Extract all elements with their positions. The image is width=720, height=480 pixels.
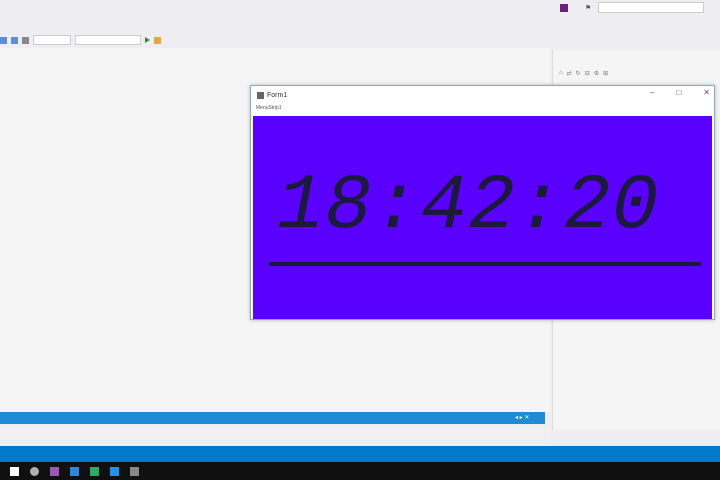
search-icon[interactable] bbox=[30, 466, 39, 476]
refresh-icon[interactable]: ↻ bbox=[576, 70, 581, 80]
quick-launch-input[interactable] bbox=[598, 2, 704, 13]
form-menu-strip[interactable]: MenuStrip1 bbox=[256, 105, 282, 111]
maximize-icon[interactable]: □ bbox=[676, 88, 681, 97]
form-icon bbox=[257, 91, 264, 99]
menu-bar bbox=[0, 18, 560, 32]
panel-tabs bbox=[552, 432, 720, 444]
output-panel bbox=[0, 426, 550, 446]
navigate-back-icon[interactable] bbox=[0, 36, 7, 44]
clock-panel: 18:42:20 bbox=[253, 116, 712, 319]
platform-select[interactable] bbox=[75, 35, 141, 45]
toolbar bbox=[0, 33, 560, 47]
progress-strip bbox=[0, 412, 545, 424]
home-icon[interactable]: ⌂ bbox=[559, 70, 563, 80]
taskbar bbox=[0, 462, 720, 480]
pin-icon[interactable]: ⊞ bbox=[603, 70, 608, 80]
play-icon bbox=[145, 37, 150, 43]
start-icon[interactable] bbox=[10, 466, 19, 476]
progress-controls-icon[interactable]: ◂ ▸ ✕ bbox=[515, 414, 529, 421]
explorer-icon[interactable] bbox=[70, 466, 79, 476]
properties-icon[interactable]: ⚙ bbox=[594, 70, 599, 80]
status-bar bbox=[0, 446, 720, 462]
close-icon[interactable]: ✕ bbox=[703, 88, 710, 97]
app-icon[interactable] bbox=[130, 466, 139, 476]
debug-icon[interactable] bbox=[154, 36, 161, 44]
visualstudio-icon[interactable] bbox=[110, 466, 119, 476]
clock-underline bbox=[269, 262, 701, 266]
chrome-icon[interactable] bbox=[90, 466, 99, 476]
flag-icon[interactable]: ⚑ bbox=[585, 4, 591, 12]
start-button[interactable] bbox=[145, 37, 150, 43]
taskview-icon[interactable] bbox=[50, 466, 59, 476]
sync-icon[interactable]: ⇄ bbox=[567, 70, 572, 80]
clock-time-label: 18:42:20 bbox=[277, 163, 660, 251]
save-icon[interactable] bbox=[22, 36, 29, 44]
solution-explorer-toolbar: ⌂ ⇄ ↻ ⊟ ⚙ ⊞ bbox=[553, 70, 719, 80]
form-window[interactable]: Form1 – □ ✕ MenuStrip1 18:42:20 bbox=[250, 85, 715, 320]
minimize-icon[interactable]: – bbox=[650, 88, 654, 97]
form-title: Form1 bbox=[267, 91, 288, 99]
vs-logo-icon bbox=[560, 4, 568, 12]
configuration-select[interactable] bbox=[33, 35, 71, 45]
form-window-controls: – □ ✕ bbox=[650, 88, 710, 97]
navigate-forward-icon[interactable] bbox=[11, 36, 18, 44]
collapse-icon[interactable]: ⊟ bbox=[585, 70, 590, 80]
form-title-bar[interactable]: Form1 bbox=[251, 86, 714, 104]
